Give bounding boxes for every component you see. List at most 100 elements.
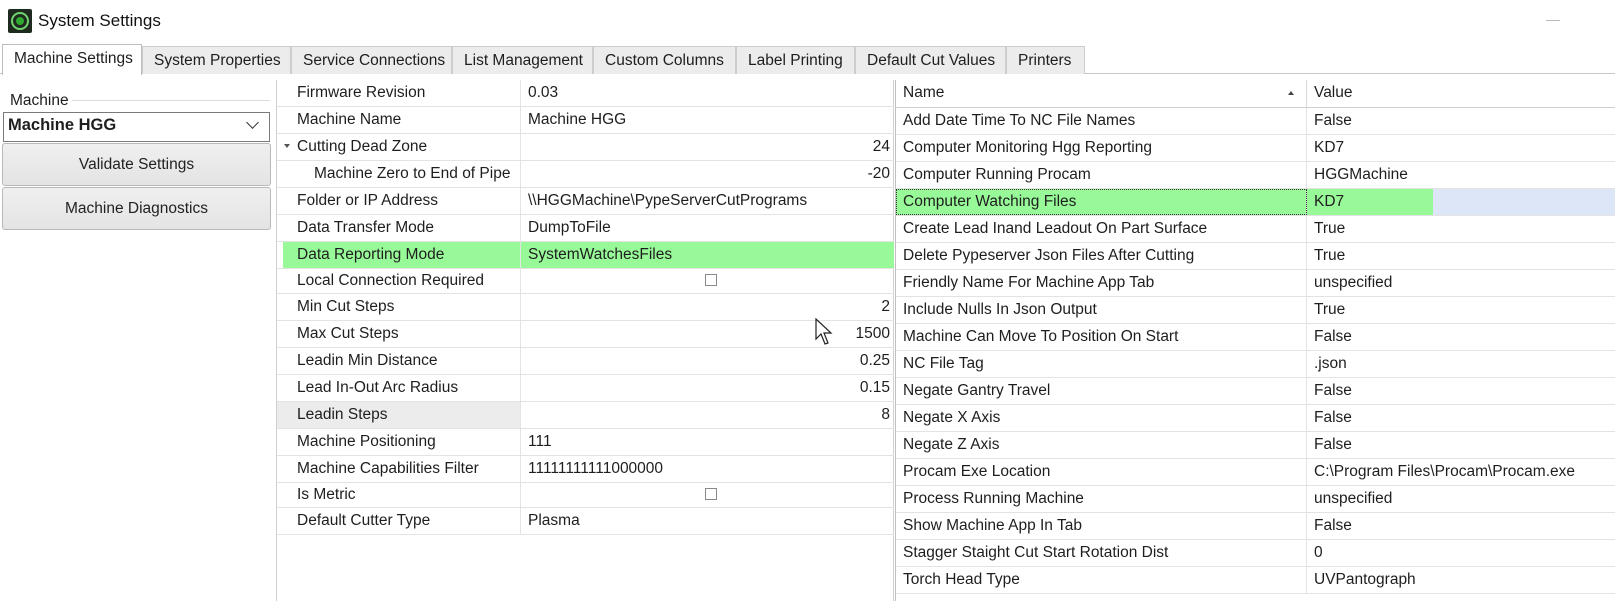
setting-value[interactable]: 0 [1307, 540, 1615, 566]
collapse-arrow-icon[interactable] [284, 144, 290, 148]
setting-value[interactable]: False [1307, 324, 1615, 350]
tab-machine-settings[interactable]: Machine Settings [2, 44, 142, 75]
grid-row[interactable]: Computer Monitoring Hgg Reporting KD7 [896, 135, 1615, 162]
grid-row[interactable]: Process Running Machine unspecified [896, 486, 1615, 513]
tab-label-printing[interactable]: Label Printing [736, 46, 855, 74]
property-value[interactable]: 0.15 [521, 375, 894, 401]
grid-row-selected[interactable]: Computer Watching Files KD7 [896, 189, 1615, 216]
settings-data-grid: Name Value Add Date Time To NC File Name… [895, 80, 1615, 601]
property-name: Default Cutter Type [277, 508, 521, 534]
setting-value[interactable]: False [1307, 513, 1615, 539]
property-value[interactable]: SystemWatchesFiles [521, 242, 894, 268]
property-value[interactable]: 1500 [521, 321, 894, 347]
property-row[interactable]: Local Connection Required [277, 269, 894, 294]
property-value[interactable] [521, 483, 894, 507]
setting-value[interactable]: False [1307, 405, 1615, 431]
property-row[interactable]: Machine Capabilities Filter 111111111110… [277, 456, 894, 483]
property-row[interactable]: Folder or IP Address \\HGGMachine\PypeSe… [277, 188, 894, 215]
grid-row[interactable]: Friendly Name For Machine App Tab unspeci… [896, 270, 1615, 297]
setting-name: Negate X Axis [896, 405, 1307, 431]
property-row[interactable]: Is Metric [277, 483, 894, 508]
property-value[interactable]: Plasma [521, 508, 894, 534]
property-value[interactable]: 2 [521, 294, 894, 320]
property-name: Lead In-Out Arc Radius [277, 375, 521, 401]
grid-row[interactable]: Negate Z Axis False [896, 432, 1615, 459]
tab-service-connections[interactable]: Service Connections [291, 46, 452, 74]
property-row-highlighted[interactable]: Data Reporting Mode SystemWatchesFiles [277, 242, 894, 269]
property-row[interactable]: Firmware Revision 0.03 [277, 80, 894, 107]
property-row[interactable]: Max Cut Steps 1500 [277, 321, 894, 348]
grid-row[interactable]: Computer Running Procam HGGMachine [896, 162, 1615, 189]
property-value[interactable]: \\HGGMachine\PypeServerCutPrograms [521, 188, 894, 214]
tab-printers[interactable]: Printers [1006, 46, 1085, 74]
tab-system-properties[interactable]: System Properties [142, 46, 291, 74]
setting-value[interactable]: False [1307, 432, 1615, 458]
property-row[interactable]: Leadin Steps 8 [277, 402, 894, 429]
property-value[interactable] [521, 269, 894, 293]
setting-name: Create Lead Inand Leadout On Part Surfac… [896, 216, 1307, 242]
setting-value[interactable]: unspecified [1307, 486, 1615, 512]
property-row[interactable]: Lead In-Out Arc Radius 0.15 [277, 375, 894, 402]
name-column-header[interactable]: Name [896, 80, 1307, 107]
setting-value[interactable]: C:\Program Files\Procam\Procam.exe [1307, 459, 1615, 485]
setting-name: Friendly Name For Machine App Tab [896, 270, 1307, 296]
grid-row[interactable]: Include Nulls In Json Output True [896, 297, 1615, 324]
machine-diagnostics-button[interactable]: Machine Diagnostics [2, 187, 271, 230]
tab-default-cut-values[interactable]: Default Cut Values [855, 46, 1006, 74]
grid-row[interactable]: Delete Pypeserver Json Files After Cutti… [896, 243, 1615, 270]
setting-name: NC File Tag [896, 351, 1307, 377]
grid-row[interactable]: Show Machine App In Tab False [896, 513, 1615, 540]
grid-row[interactable]: Negate X Axis False [896, 405, 1615, 432]
local-connection-checkbox[interactable] [705, 274, 717, 286]
title-bar: System Settings [0, 0, 1615, 42]
grid-row[interactable]: Procam Exe Location C:\Program Files\Proc… [896, 459, 1615, 486]
property-value[interactable]: 0.03 [521, 80, 894, 106]
property-name: Machine Positioning [277, 429, 521, 455]
property-row[interactable]: Machine Name Machine HGG [277, 107, 894, 134]
window-title: System Settings [38, 11, 161, 30]
property-row[interactable]: Machine Positioning 111 [277, 429, 894, 456]
property-row[interactable]: Default Cutter Type Plasma [277, 508, 894, 535]
property-value[interactable]: 8 [521, 402, 894, 428]
grid-row[interactable]: Torch Head Type UVPantograph [896, 567, 1615, 594]
setting-value[interactable]: .json [1307, 351, 1615, 377]
grid-row[interactable]: Add Date Time To NC File Names False [896, 108, 1615, 135]
grid-row[interactable]: Machine Can Move To Position On Start Fal… [896, 324, 1615, 351]
is-metric-checkbox[interactable] [705, 488, 717, 500]
property-row[interactable]: Machine Zero to End of Pipe -20 [277, 161, 894, 188]
grid-row[interactable]: NC File Tag .json [896, 351, 1615, 378]
setting-value[interactable]: KD7 [1307, 189, 1433, 215]
property-value[interactable]: -20 [521, 161, 894, 187]
tab-custom-columns[interactable]: Custom Columns [593, 46, 736, 74]
property-value[interactable]: 11111111111000000 [521, 456, 894, 482]
property-name: Machine Zero to End of Pipe [277, 161, 521, 187]
tab-list-management[interactable]: List Management [452, 46, 593, 74]
property-name: Machine Name [277, 107, 521, 133]
setting-value[interactable]: True [1307, 297, 1615, 323]
setting-value[interactable]: UVPantograph [1307, 567, 1615, 593]
property-value[interactable]: 0.25 [521, 348, 894, 374]
setting-value[interactable]: HGGMachine [1307, 162, 1615, 188]
setting-value[interactable]: False [1307, 108, 1615, 134]
minimize-icon[interactable] [1546, 20, 1560, 21]
setting-value[interactable]: True [1307, 216, 1615, 242]
property-row[interactable]: Min Cut Steps 2 [277, 294, 894, 321]
grid-row[interactable]: Create Lead Inand Leadout On Part Surfac… [896, 216, 1615, 243]
property-value[interactable]: Machine HGG [521, 107, 894, 133]
value-column-header[interactable]: Value [1307, 80, 1615, 107]
grid-row[interactable]: Negate Gantry Travel False [896, 378, 1615, 405]
setting-value[interactable]: KD7 [1307, 135, 1615, 161]
property-value[interactable]: 111 [521, 429, 894, 455]
validate-settings-button[interactable]: Validate Settings [2, 143, 271, 186]
grid-row[interactable]: Stagger Staight Cut Start Rotation Dist 0 [896, 540, 1615, 567]
property-row[interactable]: Cutting Dead Zone 24 [277, 134, 894, 161]
setting-value[interactable]: unspecified [1307, 270, 1615, 296]
property-value[interactable]: DumpToFile [521, 215, 894, 241]
grid-header: Name Value [896, 80, 1615, 108]
property-value[interactable]: 24 [521, 134, 894, 160]
property-row[interactable]: Leadin Min Distance 0.25 [277, 348, 894, 375]
property-row[interactable]: Data Transfer Mode DumpToFile [277, 215, 894, 242]
setting-value[interactable]: False [1307, 378, 1615, 404]
machine-dropdown[interactable]: Machine HGG [3, 112, 270, 142]
setting-value[interactable]: True [1307, 243, 1615, 269]
